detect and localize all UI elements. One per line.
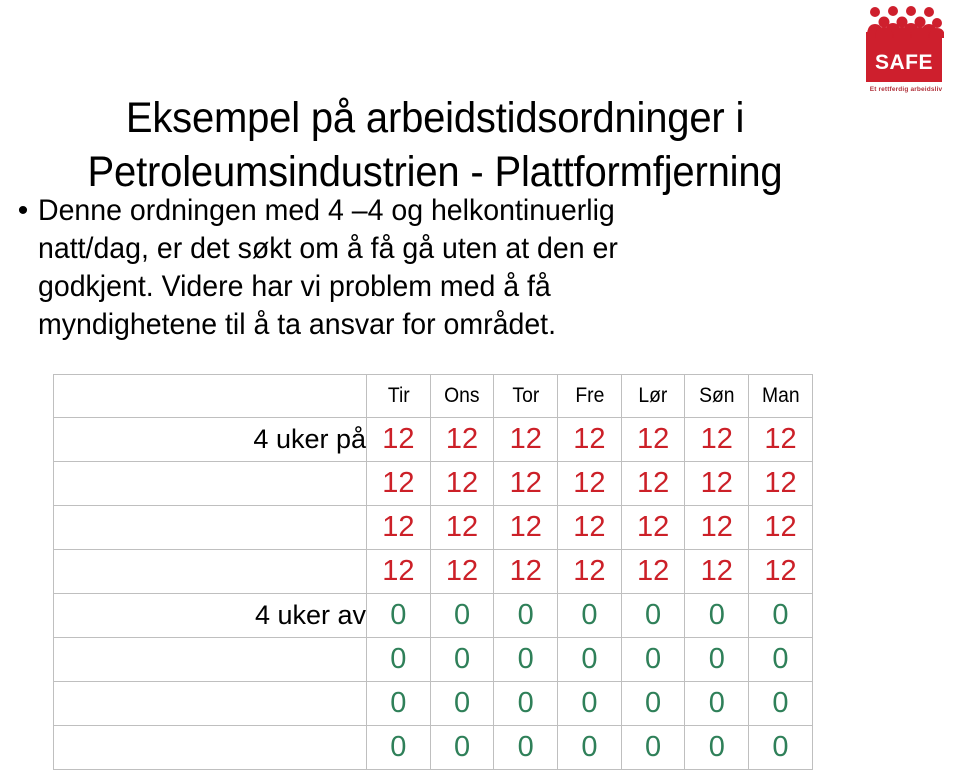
table-header-row: Tir Ons Tor Fre Lør Søn Man (53, 374, 813, 418)
schedule-cell: 0 (748, 593, 813, 638)
schedule-cell: 12 (493, 417, 559, 462)
row-label-cell-empty (53, 505, 367, 550)
table-row: 4 uker av 0 0 0 0 0 0 0 (53, 593, 813, 638)
schedule-cell: 0 (493, 725, 559, 770)
schedule-cell: 0 (557, 637, 622, 682)
schedule-cell: 0 (684, 593, 750, 638)
schedule-cell: 0 (493, 681, 559, 726)
header-cell-corner (53, 374, 367, 418)
table-row: 4 uker på 12 12 12 12 12 12 12 (53, 417, 813, 462)
header-cell-day: Man (750, 374, 811, 418)
schedule-cell: 0 (684, 637, 750, 682)
schedule-cell: 0 (620, 681, 686, 726)
schedule-cell: 0 (493, 637, 559, 682)
header-cell-day: Fre (559, 374, 620, 418)
schedule-cell: 12 (366, 505, 431, 550)
schedule-cell: 12 (684, 549, 750, 594)
schedule-cell: 12 (493, 461, 559, 506)
schedule-cell: 0 (748, 681, 813, 726)
schedule-cell: 0 (429, 593, 495, 638)
schedule-cell: 0 (748, 637, 813, 682)
schedule-cell: 12 (557, 549, 622, 594)
schedule-cell: 12 (620, 549, 686, 594)
schedule-cell: 12 (684, 505, 750, 550)
bullet-point-icon: • (17, 194, 29, 227)
header-cell-day: Ons (432, 374, 492, 418)
schedule-cell: 12 (429, 549, 495, 594)
row-label-cell: 4 uker på (53, 417, 367, 462)
table-head: Tir Ons Tor Fre Lør Søn Man (53, 374, 813, 418)
schedule-cell: 0 (366, 637, 431, 682)
schedule-cell: 12 (620, 461, 686, 506)
body-content: • Denne ordningen med 4 –4 og helkontinu… (8, 192, 768, 344)
table-row: 0000000 (53, 637, 813, 682)
schedule-cell: 0 (429, 725, 495, 770)
schedule-cell: 0 (557, 725, 622, 770)
schedule-cell: 0 (366, 681, 431, 726)
schedule-cell: 0 (493, 593, 559, 638)
schedule-cell: 0 (684, 681, 750, 726)
logo-mark: SAFE (860, 6, 948, 82)
logo-tagline: Et rettferdig arbeidsliv (869, 86, 943, 93)
schedule-cell: 12 (684, 417, 750, 462)
schedule-cell: 0 (620, 725, 686, 770)
schedule-cell: 0 (366, 593, 431, 638)
page-title: Eksempel på arbeidstidsordninger i Petro… (30, 91, 839, 199)
schedule-cell: 12 (429, 417, 495, 462)
schedule-cell: 12 (620, 417, 686, 462)
table-row: 0000000 (53, 681, 813, 726)
schedule-cell: 12 (429, 461, 495, 506)
safe-logo: SAFE Et rettferdig arbeidsliv (860, 6, 952, 104)
schedule-cell: 0 (429, 637, 495, 682)
header-cell-day: Tor (495, 374, 556, 418)
table-row: 12 12 12 12 12 12 12 (53, 549, 813, 594)
bullet-item-text: Denne ordningen med 4 –4 og helkontinuer… (38, 194, 618, 341)
table-body: 4 uker på 12 12 12 12 12 12 12 12 12 12 12 12 12 12 12 1… (53, 417, 813, 770)
table-row: 12 12 12 12 12 12 12 (53, 461, 813, 506)
schedule-cell: 12 (748, 461, 813, 506)
schedule-cell: 12 (493, 549, 559, 594)
row-label-cell-empty (53, 681, 367, 726)
schedule-cell: 12 (366, 549, 431, 594)
row-label-cell-empty (53, 549, 367, 594)
schedule-cell: 12 (557, 417, 622, 462)
schedule-cell: 0 (684, 725, 750, 770)
schedule-cell: 12 (684, 461, 750, 506)
schedule-cell: 12 (620, 505, 686, 550)
schedule-cell: 0 (620, 637, 686, 682)
page-title-line-1: Eksempel på arbeidstidsordninger i (125, 93, 745, 142)
header-cell-day: Lør (623, 374, 683, 418)
table-row: 12 12 12 12 12 12 12 (53, 505, 813, 550)
row-label-cell-empty (53, 637, 367, 682)
row-label-cell: 4 uker av (53, 593, 367, 638)
schedule-cell: 12 (366, 417, 431, 462)
schedule-cell: 12 (429, 505, 495, 550)
schedule-cell: 0 (429, 681, 495, 726)
schedule-cell: 0 (748, 725, 813, 770)
work-schedule-table: Tir Ons Tor Fre Lør Søn Man 4 uker på 12 1… (53, 374, 813, 770)
row-label-cell-empty (53, 725, 367, 770)
schedule-cell: 12 (748, 505, 813, 550)
schedule-cell: 12 (557, 505, 622, 550)
bullet-list-item: • Denne ordningen med 4 –4 og helkontinu… (8, 192, 768, 344)
page-title-line-2: Petroleumsindustrien - Plattformfjerning (87, 147, 783, 196)
table-row: 0000000 (53, 725, 813, 770)
logo-wordmark: SAFE (874, 51, 933, 74)
schedule-cell: 0 (557, 593, 622, 638)
header-cell-day: Tir (368, 374, 429, 418)
schedule-cell: 12 (493, 505, 559, 550)
schedule-cell: 0 (620, 593, 686, 638)
schedule-cell: 12 (748, 417, 813, 462)
schedule-cell: 0 (557, 681, 622, 726)
schedule-cell: 12 (366, 461, 431, 506)
row-label-cell-empty (53, 461, 367, 506)
schedule-cell: 0 (366, 725, 431, 770)
header-cell-day: Søn (687, 374, 747, 418)
crowd-people-icon (864, 6, 944, 38)
schedule-cell: 12 (557, 461, 622, 506)
schedule-cell: 12 (748, 549, 813, 594)
